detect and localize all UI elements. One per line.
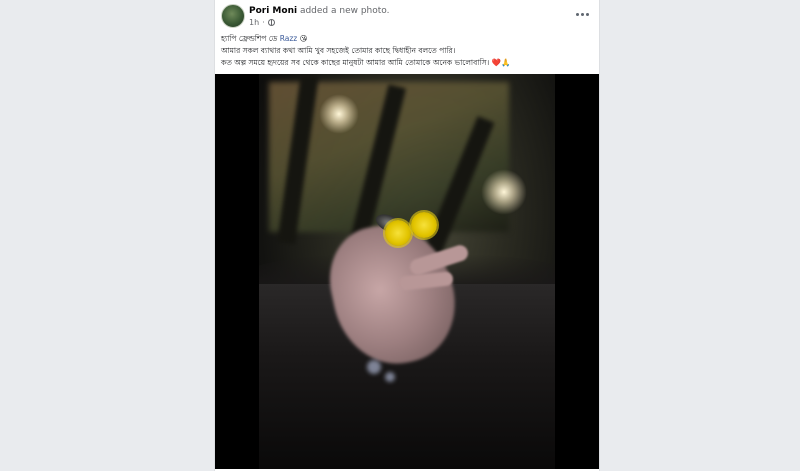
post-action-text: added a new photo. [299, 6, 390, 16]
photo-flower-2 [411, 212, 437, 238]
post-timestamp[interactable]: 1h [249, 18, 259, 27]
post-meta: 1h · [249, 18, 275, 27]
author-line: Pori Moni added a new photo. [249, 6, 390, 16]
photo-light-right [481, 169, 527, 215]
post-text: হ্যাপি ফ্রেন্ডশিপ ডে Razz 😘 আমার সকল ব্য… [221, 33, 593, 69]
post-text-line-2: আমার সকল ব্যাথার কথা আমি খুব সহজেই তোমার… [221, 46, 456, 55]
meta-separator: · [262, 18, 265, 27]
photo-bokeh-2 [385, 372, 395, 382]
post-header: Pori Moni added a new photo. 1h · [221, 4, 593, 30]
photo-flower-1 [385, 220, 411, 246]
post-text-line-1-prefix: হ্যাপি ফ্রেন্ডশিপ ডে [221, 34, 280, 43]
photo-bokeh-1 [367, 360, 381, 374]
photo-image [259, 74, 555, 469]
author-name-link[interactable]: Pori Moni [249, 6, 297, 16]
photo-light-left [319, 94, 359, 134]
post-card: Pori Moni added a new photo. 1h · হ্যাপি… [214, 0, 600, 471]
more-options-icon [575, 12, 590, 16]
author-avatar[interactable] [221, 4, 245, 28]
post-text-line-3: কত অল্প সময়ে হৃদয়ের সব থেকে কাছের মানু… [221, 58, 511, 67]
kiss-emoji: 😘 [299, 34, 308, 43]
mention-link[interactable]: Razz [280, 34, 298, 43]
more-options-button[interactable] [573, 8, 591, 20]
post-photo[interactable] [215, 74, 599, 469]
globe-icon[interactable] [267, 19, 275, 26]
post-text-line-1: হ্যাপি ফ্রেন্ডশিপ ডে Razz 😘 [221, 33, 593, 45]
